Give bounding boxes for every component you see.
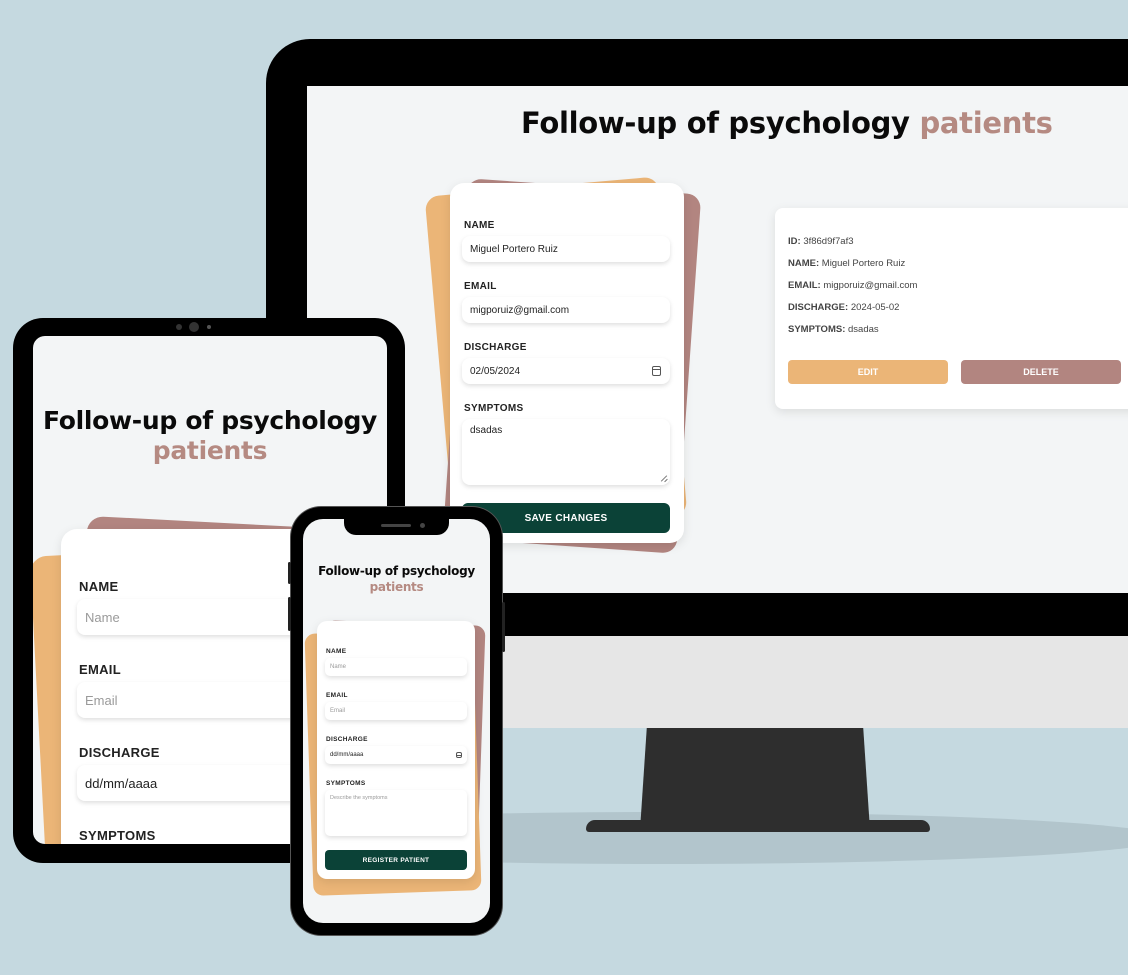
delete-button[interactable]: DELETE	[961, 360, 1121, 384]
tablet-camera	[176, 324, 182, 330]
tablet-camera	[189, 322, 199, 332]
tablet-symptoms-label: SYMPTOMS	[79, 828, 156, 843]
phone-symptoms-label: SYMPTOMS	[326, 780, 366, 787]
tablet-email-placeholder: Email	[85, 692, 118, 708]
patient-form: NAME Miguel Portero Ruiz EMAIL migporuiz…	[450, 183, 684, 543]
tablet-discharge-label: DISCHARGE	[79, 745, 160, 760]
register-patient-button[interactable]: REGISTER PATIENT	[325, 850, 467, 870]
patient-id-label: ID:	[788, 236, 801, 247]
phone-title-main: Follow-up of psychology	[318, 564, 475, 578]
patient-discharge: DISCHARGE: 2024-05-02	[788, 302, 899, 313]
phone: Follow-up of psychology patients NAME Na…	[288, 507, 505, 935]
phone-discharge-label: DISCHARGE	[326, 736, 368, 743]
tablet-title: Follow-up of psychology patients	[33, 406, 387, 466]
phone-patient-form: NAME Name EMAIL Email DISCHARGE dd/mm/aa…	[317, 621, 475, 879]
phone-symptoms-field[interactable]: Describe the symptoms	[325, 790, 467, 836]
phone-email-field[interactable]: Email	[325, 702, 467, 720]
name-field[interactable]: Miguel Portero Ruiz	[462, 236, 670, 262]
phone-title-accent: patients	[369, 580, 424, 594]
patient-discharge-value: 2024-05-02	[850, 302, 900, 313]
discharge-field-value: 02/05/2024	[470, 365, 521, 377]
symptoms-field-value: dsadas	[470, 425, 503, 436]
email-field[interactable]: migporuiz@gmail.com	[462, 297, 670, 323]
patient-card: ID: 3f86d9f7af3 NAME: Miguel Portero Rui…	[775, 208, 1128, 409]
phone-side-button	[288, 562, 291, 584]
patient-name-value: Miguel Portero Ruiz	[821, 258, 906, 269]
discharge-label: DISCHARGE	[464, 342, 527, 353]
patient-symptoms-value: dsadas	[848, 324, 879, 335]
title-accent: patients	[919, 106, 1053, 140]
page-title: Follow-up of psychology patients	[521, 106, 1053, 140]
phone-notch	[344, 519, 449, 535]
tablet-title-accent: patients	[152, 436, 268, 465]
tablet-name-placeholder: Name	[85, 609, 120, 625]
phone-name-field[interactable]: Name	[325, 658, 467, 676]
patient-email-value: migporuiz@gmail.com	[823, 280, 918, 291]
patient-email-label: EMAIL:	[788, 280, 821, 291]
patient-symptoms: SYMPTOMS: dsadas	[788, 324, 879, 335]
phone-camera	[420, 523, 425, 528]
phone-speaker	[381, 524, 411, 527]
email-field-value: migporuiz@gmail.com	[470, 304, 570, 316]
phone-symptoms-placeholder: Describe the symptoms	[330, 795, 388, 801]
title-main: Follow-up of psychology	[521, 106, 910, 140]
symptoms-label: SYMPTOMS	[464, 403, 524, 414]
patient-name: NAME: Miguel Portero Ruiz	[788, 258, 905, 269]
name-label: NAME	[464, 220, 495, 231]
edit-button[interactable]: EDIT	[788, 360, 948, 384]
phone-calendar-icon[interactable]	[456, 752, 462, 758]
tablet-discharge-placeholder: dd/mm/aaaa	[85, 775, 158, 791]
monitor-stand-neck	[640, 726, 870, 830]
phone-email-label: EMAIL	[326, 692, 348, 699]
calendar-icon[interactable]	[652, 366, 661, 376]
phone-discharge-placeholder: dd/mm/aaaa	[330, 752, 364, 758]
discharge-field[interactable]: 02/05/2024	[462, 358, 670, 384]
name-field-value: Miguel Portero Ruiz	[470, 243, 558, 255]
tablet-title-main: Follow-up of psychology	[42, 406, 378, 435]
email-label: EMAIL	[464, 281, 497, 292]
phone-name-label: NAME	[326, 648, 347, 655]
tablet-email-label: EMAIL	[79, 662, 121, 677]
patient-name-label: NAME:	[788, 258, 820, 269]
resize-handle-icon[interactable]	[660, 475, 667, 482]
tablet-name-label: NAME	[79, 579, 119, 594]
patient-id-value: 3f86d9f7af3	[803, 236, 854, 247]
phone-name-placeholder: Name	[330, 664, 347, 670]
tablet-camera	[207, 325, 211, 329]
phone-screen: Follow-up of psychology patients NAME Na…	[303, 519, 490, 923]
monitor-stand-base	[586, 820, 930, 832]
patient-email: EMAIL: migporuiz@gmail.com	[788, 280, 917, 291]
phone-side-button	[502, 602, 505, 652]
patient-id: ID: 3f86d9f7af3	[788, 236, 854, 247]
phone-title: Follow-up of psychology patients	[303, 563, 490, 595]
phone-side-button	[288, 597, 291, 631]
symptoms-field[interactable]: dsadas	[462, 419, 670, 485]
phone-email-placeholder: Email	[330, 708, 346, 714]
patient-discharge-label: DISCHARGE:	[788, 302, 849, 313]
patient-symptoms-label: SYMPTOMS:	[788, 324, 846, 335]
phone-discharge-field[interactable]: dd/mm/aaaa	[325, 746, 467, 764]
